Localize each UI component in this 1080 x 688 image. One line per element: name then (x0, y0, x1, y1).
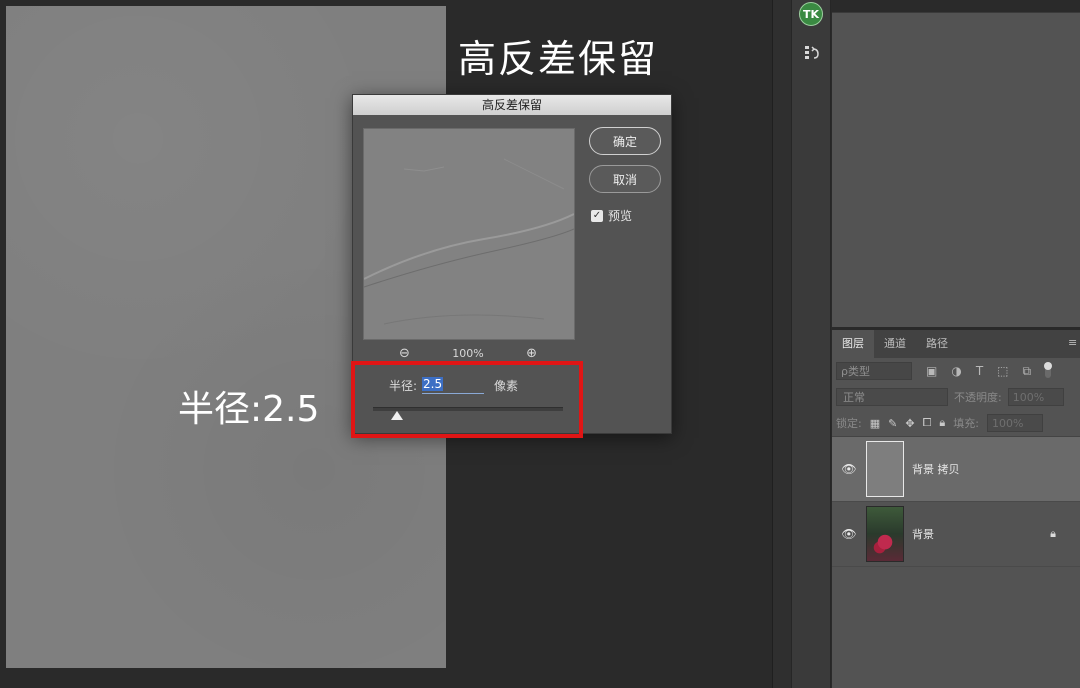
filter-toggle[interactable] (1044, 362, 1053, 378)
radius-input[interactable]: 2.5 (422, 377, 485, 394)
tab-channels[interactable]: 通道 (874, 330, 916, 358)
radius-label: 半径: (389, 379, 418, 393)
preview-checkbox-row[interactable]: ✓ 预览 (591, 207, 632, 224)
visibility-eye-icon[interactable]: 👁︎ (838, 527, 860, 541)
fill-field[interactable]: 100% (986, 414, 1043, 432)
zoom-row: ⊖ 100% ⊕ (363, 345, 573, 361)
caption-filter-name: 高反差保留 (458, 37, 659, 81)
adjustment-filter-icon[interactable]: ◑ (951, 364, 961, 378)
panel-icon-column (791, 0, 831, 688)
dialog-title[interactable]: 高反差保留 (353, 95, 671, 115)
layer-thumbnail (866, 441, 904, 497)
cancel-button[interactable]: 取消 (589, 165, 661, 193)
visibility-eye-icon[interactable]: 👁︎ (838, 462, 860, 476)
blend-mode-select[interactable]: 正常 (836, 388, 948, 406)
caption-radius-note: 半径:2.5 (178, 389, 320, 430)
layer-row-background-copy[interactable]: 👁︎ 背景 拷贝 (832, 437, 1080, 502)
layer-lock-icon: 🔒︎ (1050, 527, 1056, 540)
lock-brush-icon[interactable]: ✎ (888, 417, 897, 430)
lock-row: 锁定: ▦ ✎ ✥ ⧠ 🔒︎ 填充: 100% (832, 410, 1080, 437)
opacity-label: 不透明度: (954, 391, 1002, 404)
ok-button[interactable]: 确定 (589, 127, 661, 155)
lock-all-icon[interactable]: 🔒︎ (939, 416, 945, 430)
zoom-out-icon[interactable]: ⊖ (399, 346, 410, 361)
lock-label: 锁定: (836, 417, 862, 430)
radius-value: 2.5 (422, 377, 444, 391)
preview-checkbox[interactable]: ✓ (591, 209, 603, 222)
pixel-filter-icon[interactable]: ▣ (926, 364, 937, 378)
preview-texture (364, 158, 574, 325)
type-filter-icon[interactable]: T (976, 364, 983, 378)
radius-unit: 像素 (494, 379, 519, 393)
panel-menu-icon[interactable]: ≡ (1068, 336, 1078, 349)
lock-move-icon[interactable]: ✥ (905, 417, 914, 430)
fill-label: 填充: (953, 417, 979, 430)
opacity-field[interactable]: 100% (1007, 388, 1064, 406)
collapsed-panel-strip: TK (772, 0, 831, 688)
radius-slider-thumb[interactable] (391, 411, 403, 420)
tab-paths[interactable]: 路径 (916, 330, 958, 358)
layer-filter-row: ρ类型 ▣ ◑ T ⬚ ⧉ (832, 358, 1080, 384)
layer-name: 背景 (912, 528, 934, 541)
layer-row-background[interactable]: 👁︎ 背景 🔒︎ (832, 502, 1080, 567)
lock-transparent-icon[interactable]: ▦ (870, 417, 880, 430)
zoom-in-icon[interactable]: ⊕ (526, 346, 537, 361)
plugin-badge-icon[interactable]: TK (799, 2, 823, 26)
layers-panel-tabs: 图层 通道 路径 ≡ (832, 330, 1080, 358)
smart-object-filter-icon[interactable]: ⧉ (1023, 364, 1032, 379)
upper-panel (832, 12, 1080, 327)
layer-thumbnail (866, 506, 904, 562)
zoom-level: 100% (452, 346, 484, 360)
layer-name: 背景 拷贝 (912, 463, 960, 476)
lock-artboard-icon[interactable]: ⧠ (923, 416, 932, 430)
layers-panel: 图层 通道 路径 ≡ ρ类型 ▣ ◑ T ⬚ ⧉ 正常 不透明度: 100% 锁… (832, 330, 1080, 688)
filter-preview[interactable] (363, 128, 575, 340)
history-icon[interactable] (803, 44, 821, 62)
blend-mode-row: 正常 不透明度: 100% (832, 384, 1080, 410)
high-pass-dialog: 高反差保留 ⊖ 100% ⊕ 确定 取消 ✓ 预览 半径: 2.5 像素 (352, 94, 672, 434)
layer-filter-select[interactable]: ρ类型 (836, 362, 912, 380)
radius-row: 半径: 2.5 像素 (389, 377, 518, 394)
preview-label: 预览 (608, 209, 633, 223)
shape-filter-icon[interactable]: ⬚ (997, 364, 1008, 378)
tab-layers[interactable]: 图层 (832, 330, 874, 358)
